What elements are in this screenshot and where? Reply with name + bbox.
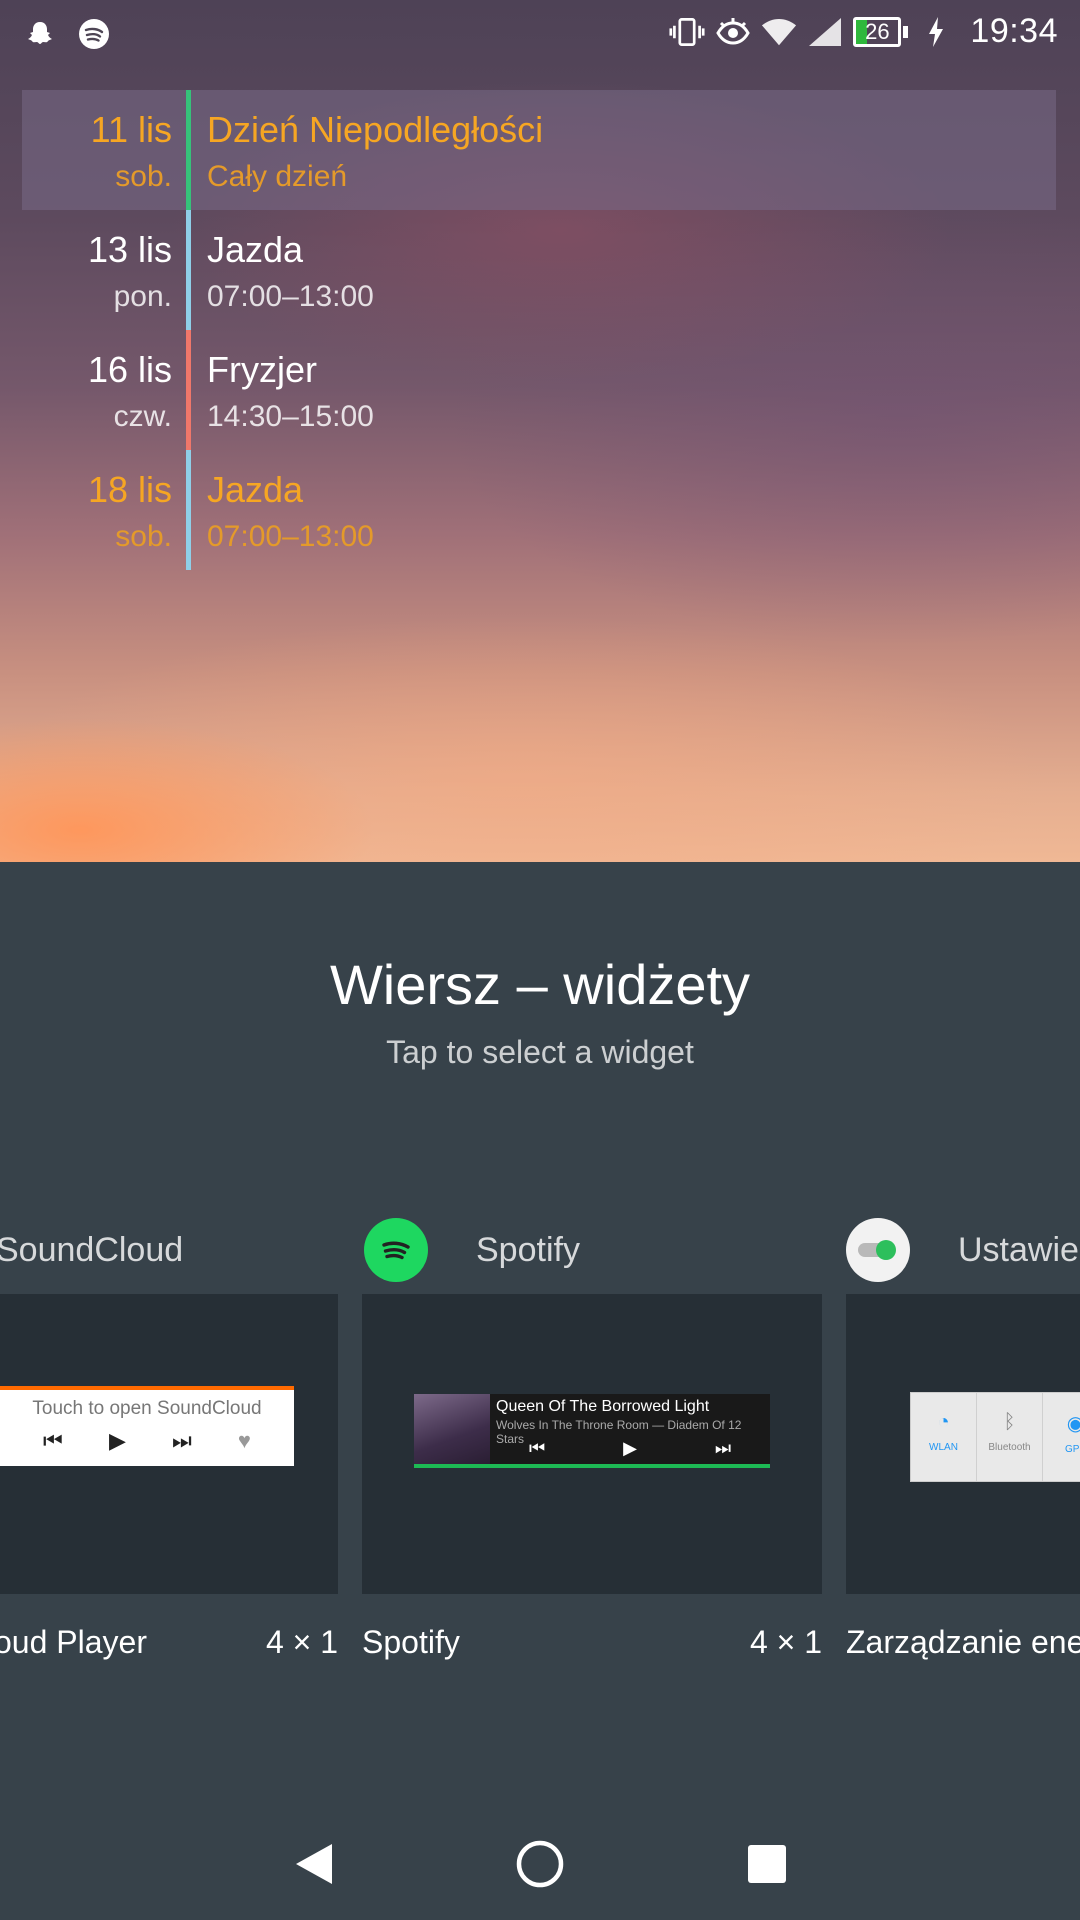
app-header-settings: Ustawie [846, 1218, 1079, 1282]
agenda-event[interactable]: 11 lis sob. Dzień Niepodległości Cały dzień [22, 90, 1056, 210]
heart-icon: ♥ [237, 1428, 251, 1453]
back-icon [296, 1844, 332, 1884]
signal-icon [807, 14, 843, 50]
navigation-bar [0, 1808, 1080, 1920]
status-clock: 19:34 [970, 12, 1058, 50]
event-day: 18 lis [87, 469, 172, 510]
next-icon: ⏭ [171, 1428, 192, 1453]
app-name: SoundCloud [0, 1230, 184, 1269]
previous-icon: ⏮ [43, 1428, 63, 1453]
battery-indicator: 26 [853, 16, 902, 47]
battery-level: 26 [865, 18, 890, 44]
snapchat-icon [22, 16, 58, 52]
widget-size: 4 × 1 [265, 1624, 338, 1660]
event-weekday: sob. [115, 160, 172, 193]
app-header-spotify: Spotify [364, 1218, 580, 1282]
play-icon: ▶ [623, 1438, 637, 1458]
app-header-soundcloud: SoundCloud [0, 1218, 183, 1282]
soundcloud-player-preview: Touch to open SoundCloud ⏮ ▶ ⏭ ♥ [0, 1386, 294, 1466]
track-title: Queen Of The Borrowed Light [496, 1398, 710, 1415]
widget-name: oud Player [0, 1624, 147, 1660]
event-title: Jazda [207, 469, 304, 510]
event-weekday: pon. [113, 280, 172, 313]
wifi-icon: ◔ [937, 1411, 950, 1433]
event-time: Cały dzień [207, 160, 348, 193]
event-title: Dzień Niepodległości [207, 109, 544, 150]
eye-icon [715, 14, 751, 50]
bluetooth-tile: ᛒ Bluetooth [977, 1393, 1043, 1481]
recents-icon [748, 1845, 786, 1883]
location-icon: ◉ [1066, 1413, 1080, 1435]
play-icon: ▶ [108, 1428, 126, 1453]
status-bar: 26 19:34 [0, 0, 1080, 66]
calendar-agenda-widget[interactable]: 11 lis sob. Dzień Niepodległości Cały dzień… [22, 90, 1056, 570]
widget-name: Zarządzanie energ [846, 1624, 1080, 1660]
widget-caption-soundcloud: oud Player 4 × 1 [0, 1624, 338, 1661]
next-icon: ⏭ [714, 1438, 732, 1458]
home-button[interactable] [512, 1836, 568, 1892]
recents-button[interactable] [739, 1836, 795, 1892]
widget-picker-panel: Wiersz – widżety Tap to select a widget … [0, 862, 1080, 1920]
wifi-icon [761, 14, 797, 50]
soundcloud-preview-text: Touch to open SoundCloud [32, 1398, 262, 1419]
spotify-player-preview: Queen Of The Borrowed Light Wolves In Th… [414, 1394, 770, 1468]
settings-toggle-icon [846, 1218, 910, 1282]
event-title: Fryzjer [207, 349, 317, 390]
event-title: Jazda [207, 229, 304, 270]
album-art [414, 1394, 490, 1464]
bluetooth-icon: ᛒ [1003, 1411, 1016, 1433]
spotify-app-icon [364, 1218, 428, 1282]
widget-preview-soundcloud[interactable]: Touch to open SoundCloud ⏮ ▶ ⏭ ♥ [0, 1294, 338, 1594]
event-day: 13 lis [87, 229, 172, 270]
agenda-event[interactable]: 18 lis sob. Jazda 07:00–13:00 [22, 450, 1056, 570]
gps-tile: ◉GPS [1043, 1393, 1080, 1481]
widget-preview-spotify[interactable]: Queen Of The Borrowed Light Wolves In Th… [362, 1294, 822, 1594]
event-time: 07:00–13:00 [207, 280, 374, 313]
app-name: Ustawie [958, 1230, 1079, 1269]
wlan-tile: ◔ WLAN [911, 1393, 977, 1481]
agenda-event[interactable]: 13 lis pon. Jazda 07:00–13:00 [22, 210, 1056, 330]
previous-icon: ⏮ [528, 1438, 546, 1458]
event-weekday: czw. [113, 400, 172, 433]
widget-size: 4 × 1 [749, 1624, 822, 1660]
power-control-preview: ◔WLAN ᛒBluetooth ◉GPS [910, 1392, 1080, 1482]
event-weekday: sob. [115, 520, 172, 553]
event-day: 16 lis [87, 349, 172, 390]
widget-caption-spotify: Spotify 4 × 1 [362, 1624, 822, 1661]
agenda-event[interactable]: 16 lis czw. Fryzjer 14:30–15:00 [22, 330, 1056, 450]
vibrate-icon [669, 14, 705, 50]
widget-preview-power-control[interactable]: ◔WLAN ᛒBluetooth ◉GPS [846, 1294, 1080, 1594]
charging-icon [918, 14, 954, 50]
event-day: 11 lis [90, 109, 172, 150]
event-time: 14:30–15:00 [207, 400, 374, 433]
home-icon [516, 1840, 564, 1888]
panel-title: Wiersz – widżety [329, 953, 751, 1016]
widget-name: Spotify [362, 1624, 460, 1660]
panel-subtitle: Tap to select a widget [386, 1034, 694, 1070]
widget-caption-power-control: Zarządzanie energ [846, 1624, 1080, 1661]
spotify-icon [76, 16, 112, 52]
event-time: 07:00–13:00 [207, 520, 374, 553]
app-name: Spotify [476, 1230, 580, 1269]
back-button[interactable] [286, 1836, 342, 1892]
